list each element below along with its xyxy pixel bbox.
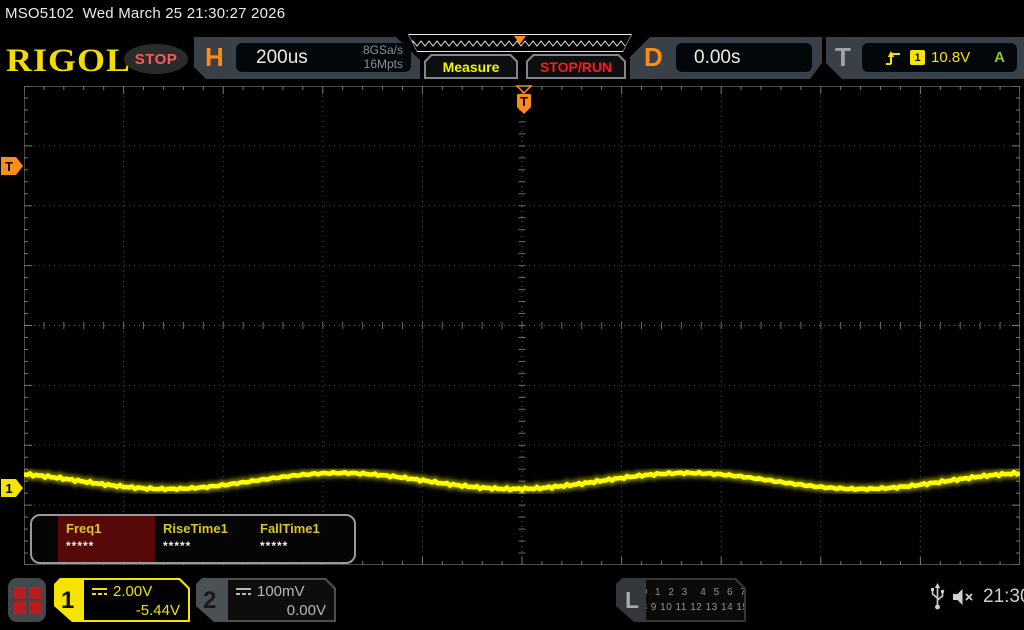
trigger-label: T: [835, 42, 851, 72]
oscilloscope-screen: MSO5102 Wed March 25 21:30:27 2026 RIGOL…: [0, 0, 1024, 630]
rigol-logo: RIGOL: [6, 41, 132, 79]
measurement-panel: Freq1 ***** RiseTime1 ***** FallTime1 **…: [30, 514, 356, 564]
speaker-muted-icon[interactable]: [951, 587, 975, 607]
logic-label: L: [625, 587, 640, 613]
clock: 21:30: [983, 586, 1024, 607]
logic-channels-row2: 8 9 10 11 12 13 14 15: [641, 602, 749, 613]
logic-channels-row1: 0 1 2 3 4 5 6 7: [641, 586, 749, 598]
stop-run-button[interactable]: STOP/RUN: [526, 54, 626, 79]
acquisition-info: 8GSa/s 16Mpts: [362, 42, 403, 71]
measurement-risetime1[interactable]: RiseTime1 *****: [155, 516, 252, 562]
waveform-preview-strip[interactable]: [408, 34, 632, 52]
channel-2-number: 2: [203, 587, 217, 614]
measure-button[interactable]: Measure: [424, 54, 518, 79]
trigger-source-badge: 1: [910, 50, 925, 65]
channel-2-block[interactable]: 2 100mV 0.00V: [196, 578, 336, 622]
horizontal-label: H: [205, 42, 224, 72]
channel-1-block[interactable]: 1 2.00V -5.44V: [54, 578, 190, 622]
ch2-offset: 0.00V: [286, 602, 326, 619]
delay-label: D: [644, 42, 663, 72]
trigger-sweep-mode: A: [994, 49, 1005, 66]
usb-icon: [931, 583, 945, 610]
svg-text:1: 1: [5, 481, 12, 496]
ch1-waveform: [24, 466, 1020, 496]
ch1-offset: -5.44V: [135, 602, 180, 619]
rising-edge-trigger-icon: [884, 50, 902, 66]
measurement-falltime1[interactable]: FallTime1 *****: [252, 516, 349, 562]
preview-waveform-icon: [409, 35, 631, 51]
ch1-scale: 2.00V: [113, 583, 153, 600]
horizontal-settings-box[interactable]: H 200us 8GSa/s 16Mpts: [194, 37, 420, 79]
graticule: [24, 86, 1020, 565]
logic-channels-block[interactable]: L 0 1 2 3 4 5 6 7 8 9 10 11 12 13 14 15: [616, 578, 746, 622]
svg-text:T: T: [5, 159, 13, 174]
trigger-settings-box[interactable]: T 1 10.8V A: [826, 37, 1024, 79]
svg-text:T: T: [520, 94, 528, 109]
menu-button[interactable]: [8, 578, 46, 622]
model-and-datetime: MSO5102 Wed March 25 21:30:27 2026: [5, 5, 286, 22]
timebase-value: 200us: [256, 46, 308, 68]
trigger-position-marker[interactable]: T: [513, 85, 535, 119]
ch1-ground-marker[interactable]: 1: [1, 478, 24, 498]
dc-coupling-icon: [91, 587, 108, 597]
delay-settings-box[interactable]: D 0.00s: [630, 37, 822, 79]
ch2-scale: 100mV: [257, 583, 305, 600]
measurement-freq1[interactable]: Freq1 *****: [58, 516, 155, 562]
trigger-level-value: 10.8V: [931, 49, 971, 66]
run-state-badge: STOP: [124, 44, 188, 74]
channel-1-number: 1: [61, 587, 75, 614]
menu-grid-icon: [13, 586, 41, 614]
trigger-level-marker[interactable]: T: [1, 156, 24, 176]
dc-coupling-icon: [235, 587, 252, 597]
delay-value: 0.00s: [694, 46, 741, 68]
